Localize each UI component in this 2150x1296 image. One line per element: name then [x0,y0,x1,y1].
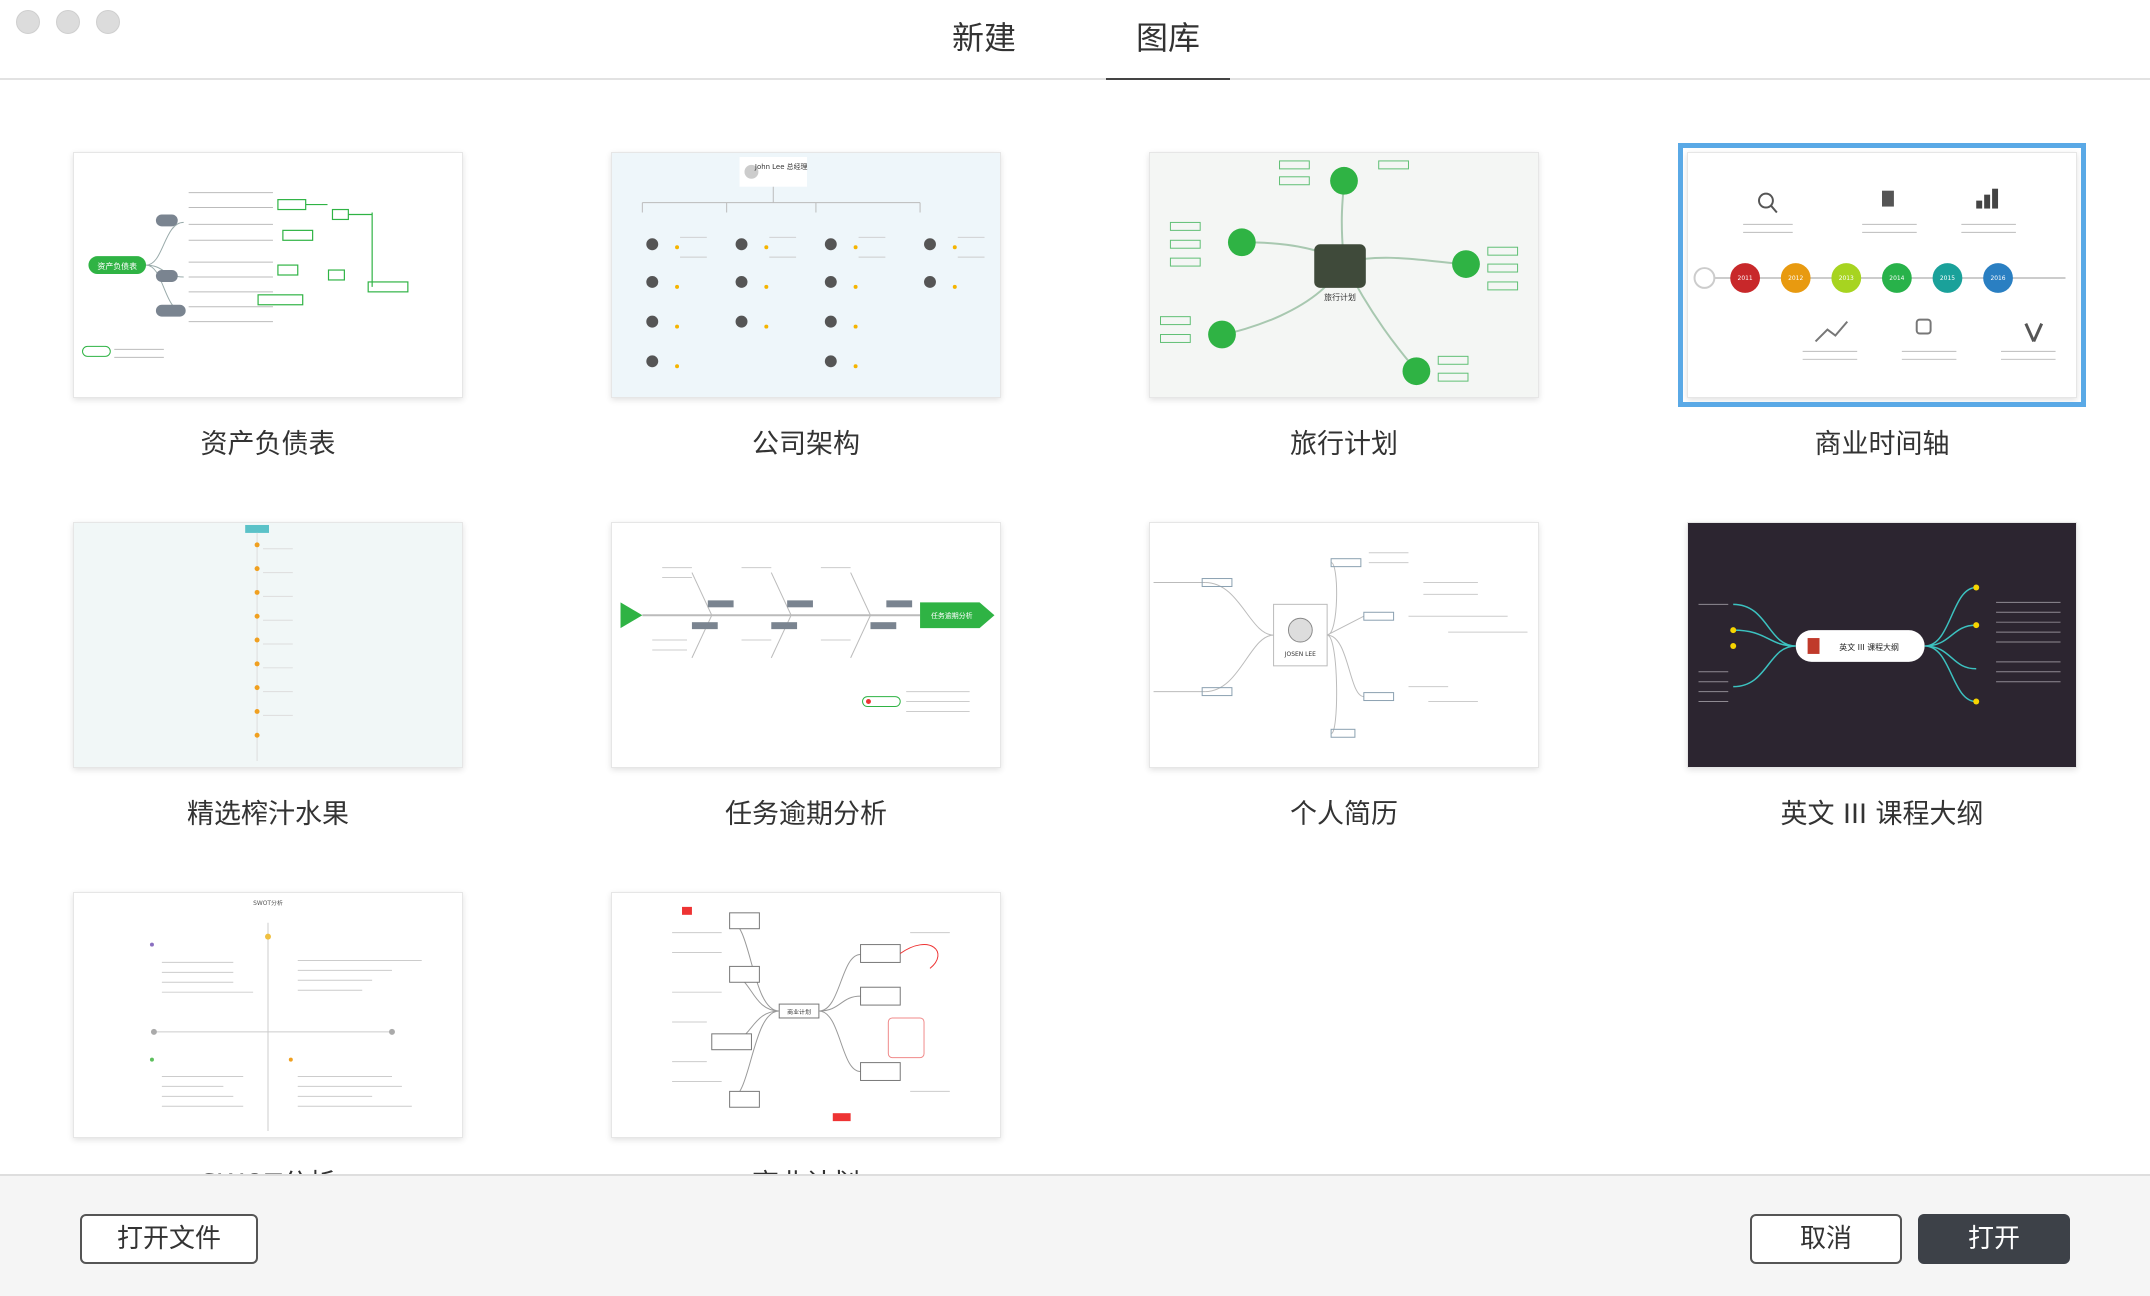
svg-text:任务逾期分析: 任务逾期分析 [931,611,973,620]
template-label: 商业时间轴 [1814,429,1950,460]
cancel-button[interactable]: 取消 [1750,1214,1902,1264]
open-file-button[interactable]: 打开文件 [80,1214,258,1264]
template-label: 商业计划 [611,1162,1001,1174]
svg-text:2015: 2015 [1940,275,1955,282]
dark-mindmap-thumbnail: 英文 III 课程大纲 [1688,523,2076,767]
template-thumbnail: JOSEN LEE [1149,522,1539,768]
svg-text:SWOT分析: SWOT分析 [253,899,283,907]
svg-text:2016: 2016 [1990,275,2005,282]
template-label: 任务逾期分析 [725,799,887,830]
svg-text:商业计划: 商业计划 [787,1008,811,1016]
template-thumbnail [73,522,463,768]
tab-gallery[interactable]: 图库 [1106,14,1230,82]
template-label: 旅行计划 [1290,429,1398,460]
template-thumbnail: 商业计划 [611,892,1001,1138]
template-thumbnail: 任务逾期分析 [611,522,1001,768]
mindmap-thumbnail: 资产负债表 [82,192,409,358]
svg-text:2011: 2011 [1738,275,1753,282]
template-label: 个人简历 [1290,799,1398,830]
tab-bar: 新建 图库 [0,0,2150,82]
template-thumbnail: 英文 III 课程大纲 [1687,522,2077,768]
swot-thumbnail: SWOT分析 [149,899,422,1132]
tab-new[interactable]: 新建 [942,14,1026,80]
resume-mindmap-thumbnail: JOSEN LEE [1153,552,1528,738]
svg-text:旅行计划: 旅行计划 [1324,292,1356,302]
template-label: 资产负债表 [200,429,336,460]
business-plan-thumbnail: 商业计划 [672,906,950,1122]
svg-text:2013: 2013 [1839,275,1854,282]
template-thumbnail: 旅行计划 [1149,152,1539,398]
open-button[interactable]: 打开 [1918,1214,2070,1264]
svg-text:John Lee 总经理: John Lee 总经理 [754,162,808,171]
template-label: 精选榨汁水果 [187,799,349,830]
template-label: 公司架构 [752,429,860,460]
org-chart-thumbnail: John Lee 总经理 [612,153,1000,397]
template-gallery[interactable]: 资产负债表 资产负债表 John Lee 总经理 公司架构 旅行计划 旅行计划 … [0,80,2150,1174]
svg-text:资产负债表: 资产负债表 [97,261,137,271]
title-bar: 新建 图库 [0,0,2150,82]
timeline-thumbnail: 2011 2012 2013 2014 2015 2016 [1693,188,2066,360]
dialog-footer: 打开文件 取消 打开 [0,1174,2150,1296]
template-thumbnail: SWOT分析 [73,892,463,1138]
template-thumbnail: John Lee 总经理 [611,152,1001,398]
template-label: SWOT分析 [73,1162,463,1174]
template-thumbnail: 资产负债表 [73,152,463,398]
template-thumbnail: 2011 2012 2013 2014 2015 2016 [1678,143,2086,407]
travel-mindmap-thumbnail: 旅行计划 [1150,153,1538,397]
svg-text:2012: 2012 [1788,275,1803,282]
svg-text:2014: 2014 [1889,275,1904,282]
vertical-list-thumbnail [74,523,462,767]
template-label: 英文 III 课程大纲 [1780,799,1984,830]
svg-text:英文 III 课程大纲: 英文 III 课程大纲 [1839,642,1899,652]
fishbone-thumbnail: 任务逾期分析 [620,567,995,712]
svg-text:JOSEN LEE: JOSEN LEE [1284,651,1316,658]
